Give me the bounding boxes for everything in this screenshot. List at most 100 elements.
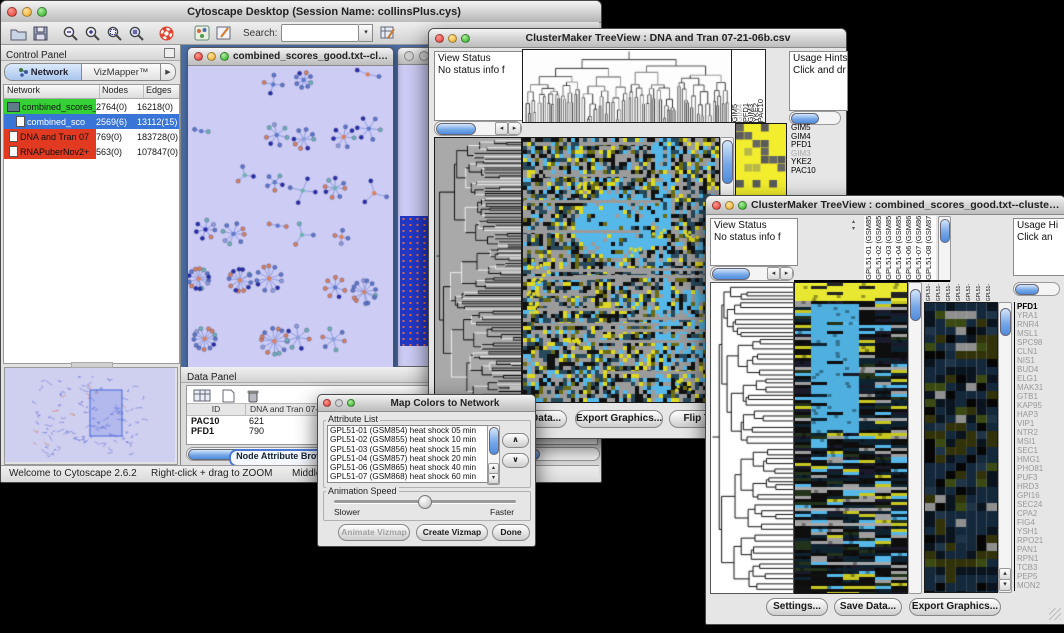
gene-label[interactable]: GPI16 — [1017, 491, 1064, 500]
zoom-button[interactable] — [220, 52, 229, 61]
export-graphics-button[interactable]: Export Graphics... — [909, 598, 1001, 616]
tv1-status-hscrollbar[interactable]: ◂ ▸ — [434, 121, 522, 136]
plugin-icon[interactable] — [193, 24, 211, 42]
column-label[interactable]: GPL51-08 (GSM872) — [984, 284, 994, 301]
gene-label[interactable]: PAN1 — [1017, 545, 1064, 554]
minimize-button[interactable] — [448, 34, 457, 43]
gene-label[interactable]: ELG1 — [1017, 374, 1064, 383]
main-title-bar[interactable]: Cytoscape Desktop (Session Name: collins… — [1, 1, 601, 23]
settings-button[interactable]: Settings... — [766, 598, 828, 616]
tv2-status-hscrollbar[interactable]: ◂ ▸ — [710, 266, 794, 281]
scroll-right-arrow[interactable]: ▸ — [780, 267, 793, 280]
scroll-down-arrow[interactable]: ▾ — [999, 579, 1011, 591]
column-label[interactable]: GPL51-06 (GSM865) — [964, 284, 974, 301]
gene-label[interactable]: HAP3 — [1017, 410, 1064, 419]
gene-label[interactable]: FIG4 — [1017, 518, 1064, 527]
tv1-row-dendrogram[interactable] — [434, 137, 522, 403]
overview-divider-handle[interactable] — [71, 362, 113, 368]
gene-label[interactable]: MAK31 — [1017, 383, 1064, 392]
column-label[interactable]: GPL51-04 (GSM857) — [894, 216, 904, 280]
gene-label[interactable]: CPA2 — [1017, 509, 1064, 518]
gene-label[interactable]: TCB3 — [1017, 563, 1064, 572]
gene-label[interactable]: NTR2 — [1017, 428, 1064, 437]
column-label[interactable]: GPL51-03 (GSM856) — [944, 284, 954, 301]
treeview1-title-bar[interactable]: ClusterMaker TreeView : DNA and Tran 07-… — [429, 29, 846, 48]
scroll-down-arrow[interactable]: ▾ — [488, 473, 499, 484]
search-options-icon[interactable] — [379, 24, 397, 42]
help-lifesaver-icon[interactable] — [157, 24, 175, 42]
close-button[interactable] — [194, 52, 203, 61]
column-label[interactable]: PAC10 — [758, 99, 763, 122]
attribute-list-item[interactable]: GPL51-06 (GSM865) heat shock 40 min — [330, 463, 488, 472]
resize-grip[interactable] — [1049, 608, 1061, 620]
tv2-hints-hscrollbar[interactable] — [1013, 282, 1060, 296]
close-button[interactable] — [435, 34, 444, 43]
gene-label[interactable]: PAC10 — [791, 167, 839, 176]
delete-attribute-icon[interactable] — [244, 388, 262, 403]
column-label[interactable]: GPL51-03 (GSM856) — [884, 216, 894, 280]
close-button[interactable] — [7, 7, 17, 17]
gene-label[interactable]: RPN1 — [1017, 554, 1064, 563]
zoom-button[interactable] — [37, 7, 47, 17]
tv2-labels-vscrollbar[interactable] — [938, 216, 951, 282]
gene-label[interactable]: MSL1 — [1017, 329, 1064, 338]
zoom-out-icon[interactable] — [61, 24, 79, 42]
gene-label[interactable]: GTB1 — [1017, 392, 1064, 401]
network-window-title-bar[interactable]: combined_scores_good.txt--cluste... — [188, 48, 393, 66]
select-attributes-icon[interactable] — [192, 388, 212, 403]
gene-label[interactable]: SEC1 — [1017, 446, 1064, 455]
gene-label[interactable]: HMG1 — [1017, 455, 1064, 464]
gene-label[interactable]: KAP95 — [1017, 401, 1064, 410]
column-label[interactable]: GPL51-04 (GSM857) — [954, 284, 964, 301]
done-button[interactable]: Done — [492, 524, 530, 541]
new-attribute-icon[interactable] — [219, 388, 237, 403]
tv2-heatmap[interactable] — [794, 282, 908, 594]
gene-label[interactable]: HRD3 — [1017, 482, 1064, 491]
close-button[interactable] — [712, 201, 721, 210]
move-down-button[interactable]: ∨ — [502, 453, 529, 468]
network-canvas[interactable] — [188, 66, 391, 367]
column-label[interactable]: GPL51-07 (GSM868) — [974, 284, 984, 301]
tv2-row-dendrogram[interactable] — [710, 282, 794, 594]
attribute-list-item[interactable]: GPL51-02 (GSM855) heat shock 10 min — [330, 435, 488, 444]
column-label[interactable]: GPL51-07 (GSM868) — [914, 216, 924, 280]
tv2-gene-list[interactable]: PFD1YRA1RNR4MSL1SPC98CLN1NIS1BUD4ELG1MAK… — [1014, 302, 1064, 591]
tv2-detail-heatmap[interactable] — [924, 302, 998, 593]
search-input[interactable] — [281, 24, 359, 42]
attribute-list-item[interactable]: GPL51-07 (GSM868) heat shock 60 min — [330, 472, 488, 481]
minimize-button[interactable] — [725, 201, 734, 210]
dialog-title-bar[interactable]: Map Colors to Network — [318, 395, 535, 412]
tv2-detail-vscrollbar[interactable]: ▴ ▾ — [998, 302, 1012, 593]
move-up-button[interactable]: ∧ — [502, 433, 529, 448]
column-label[interactable]: GPL51-02 (GSM855) — [874, 216, 884, 280]
minimize-button[interactable] — [207, 52, 216, 61]
tab-overflow-arrow[interactable]: ▶ — [161, 63, 176, 81]
gene-label[interactable]: MON2 — [1017, 581, 1064, 590]
gene-label[interactable]: RPO21 — [1017, 536, 1064, 545]
save-session-button[interactable] — [31, 24, 49, 42]
label-scroll-arrows[interactable]: ▴▾ — [852, 218, 855, 232]
zoom-fit-icon[interactable] — [105, 24, 123, 42]
scroll-left-arrow[interactable]: ◂ — [495, 122, 508, 135]
gene-label[interactable]: PEP5 — [1017, 572, 1064, 581]
scroll-right-arrow[interactable]: ▸ — [508, 122, 521, 135]
zoom-button[interactable] — [347, 399, 355, 407]
tv1-column-dendrogram[interactable] — [522, 49, 732, 123]
gene-label[interactable]: MSI1 — [1017, 437, 1064, 446]
column-label[interactable]: GPL51-06 (GSM865) — [904, 216, 914, 280]
tv1-hints-hscrollbar[interactable] — [789, 111, 841, 125]
network-table-header[interactable]: Network Nodes Edges — [4, 85, 179, 99]
network-table-row[interactable]: combined_sco2569(6)13112(15) — [4, 114, 179, 129]
float-panel-icon[interactable] — [164, 48, 175, 58]
zoom-button[interactable] — [461, 34, 470, 43]
tv1-heatmap[interactable] — [522, 137, 720, 403]
gene-label[interactable]: PFD1 — [1017, 302, 1064, 311]
attribute-list-item[interactable]: GPL51-03 (GSM856) heat shock 15 min — [330, 445, 488, 454]
speed-slider-thumb[interactable] — [418, 495, 432, 509]
gene-label[interactable]: YSH1 — [1017, 527, 1064, 536]
tv1-gene-list[interactable]: GIM5GIM4PFD1GIM3YKE2PAC10 — [791, 124, 839, 204]
column-label[interactable]: GPL51-01 (GSM854) — [864, 216, 874, 280]
save-data-button[interactable]: Save Data... — [834, 598, 902, 616]
minimize-button[interactable] — [335, 399, 343, 407]
gene-label[interactable]: CLN1 — [1017, 347, 1064, 356]
